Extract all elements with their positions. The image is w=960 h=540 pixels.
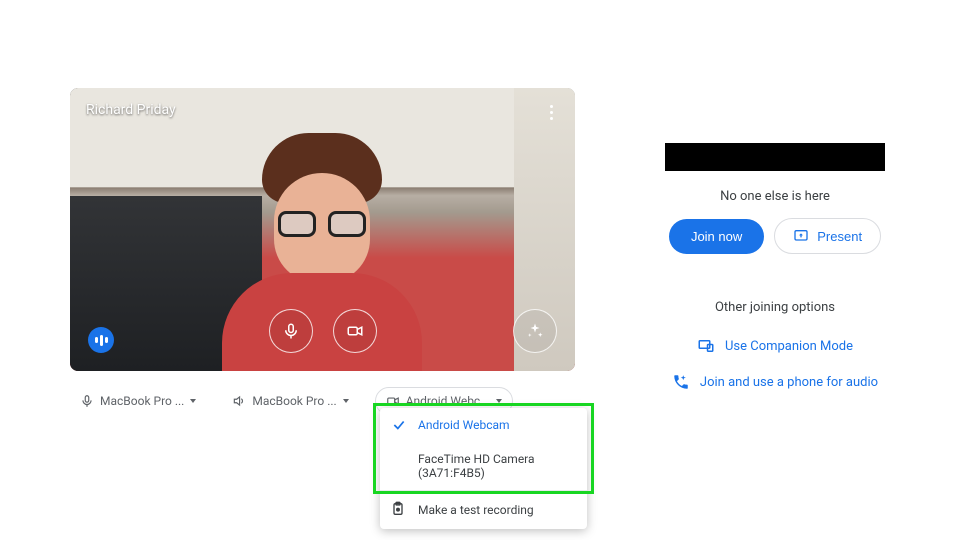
- other-joining-options-heading: Other joining options: [715, 300, 835, 315]
- camera-dropdown-menu: Android Webcam FaceTime HD Camera (3A71:…: [380, 408, 587, 529]
- chevron-down-icon: [343, 399, 349, 403]
- camera-option-facetime[interactable]: FaceTime HD Camera (3A71:F4B5): [380, 442, 587, 490]
- make-test-recording-action[interactable]: Make a test recording: [380, 491, 587, 529]
- participants-status: No one else is here: [720, 189, 830, 204]
- sparkle-icon: [526, 322, 544, 340]
- meeting-title-redacted: [665, 143, 885, 171]
- video-camera-icon: [386, 394, 400, 408]
- speaker-selector[interactable]: MacBook Pro ...: [222, 388, 358, 414]
- speaker-icon: [232, 394, 246, 408]
- microphone-selector[interactable]: MacBook Pro ...: [70, 388, 206, 414]
- present-button[interactable]: Present: [774, 218, 881, 254]
- microphone-selected-label: MacBook Pro ...: [100, 394, 184, 408]
- phone-audio-link[interactable]: Join and use a phone for audio: [672, 373, 878, 391]
- camera-option-label: Android Webcam: [418, 418, 510, 432]
- microphone-icon: [282, 322, 300, 340]
- participant-name-label: Richard Priday: [86, 102, 176, 118]
- speaker-selected-label: MacBook Pro ...: [252, 394, 336, 408]
- camera-option-label: FaceTime HD Camera (3A71:F4B5): [418, 452, 535, 480]
- toggle-camera-button[interactable]: [333, 309, 377, 353]
- join-now-button[interactable]: Join now: [669, 219, 764, 254]
- chevron-down-icon: [496, 399, 502, 403]
- chevron-down-icon: [190, 399, 196, 403]
- companion-mode-label: Use Companion Mode: [725, 339, 853, 354]
- present-button-label: Present: [817, 229, 862, 244]
- phone-audio-label: Join and use a phone for audio: [700, 375, 878, 390]
- toggle-microphone-button[interactable]: [269, 309, 313, 353]
- companion-mode-icon: [697, 337, 715, 355]
- video-camera-icon: [346, 322, 364, 340]
- clipboard-record-icon: [390, 501, 406, 517]
- camera-selected-label: Android Webc...: [406, 394, 490, 408]
- video-self-preview: Richard Priday: [70, 88, 575, 371]
- camera-option-android-webcam[interactable]: Android Webcam: [380, 408, 587, 442]
- companion-mode-link[interactable]: Use Companion Mode: [697, 337, 853, 355]
- present-to-all-icon: [793, 228, 809, 244]
- microphone-icon: [80, 394, 94, 408]
- phone-audio-icon: [672, 373, 690, 391]
- apply-visual-effects-button[interactable]: [513, 309, 557, 353]
- check-icon: [392, 418, 406, 435]
- more-options-button[interactable]: [535, 96, 567, 128]
- make-test-recording-label: Make a test recording: [418, 503, 534, 517]
